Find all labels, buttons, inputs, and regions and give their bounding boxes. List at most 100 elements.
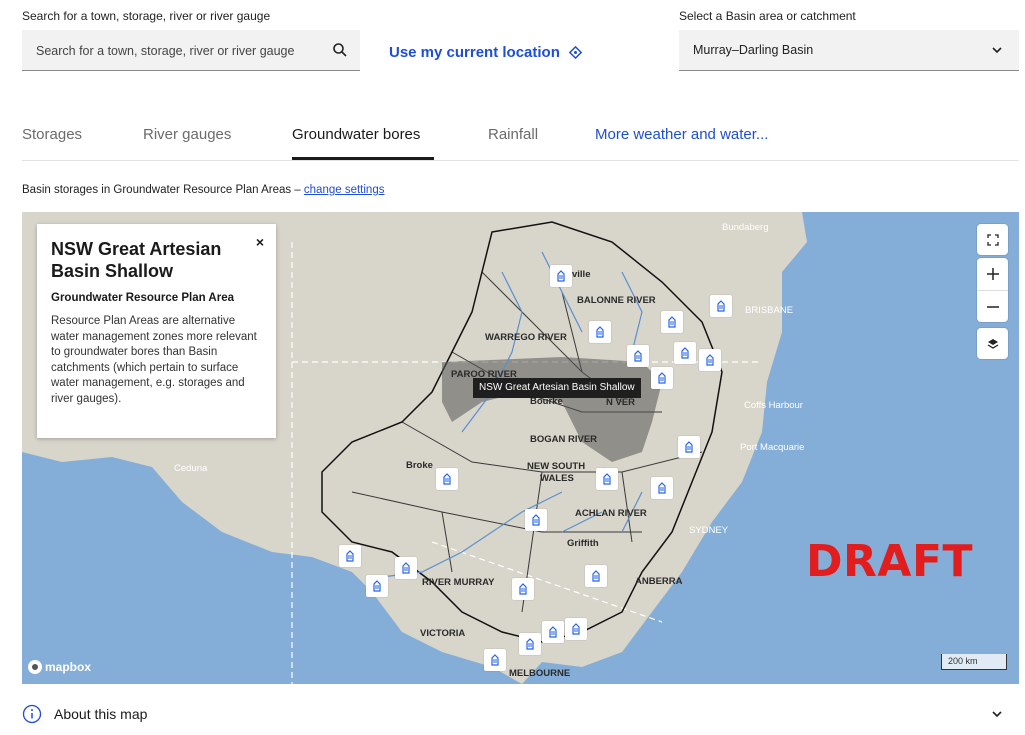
bore-marker[interactable] xyxy=(710,295,732,317)
bore-icon xyxy=(668,316,676,328)
bore-marker[interactable] xyxy=(519,633,541,655)
bore-icon xyxy=(549,626,557,638)
bore-marker[interactable] xyxy=(627,345,649,367)
place-lachlan-river: ACHLAN RIVER xyxy=(575,508,647,519)
tab-rainfall[interactable]: Rainfall xyxy=(488,126,538,143)
active-tab-indicator xyxy=(292,157,434,160)
layers-button[interactable] xyxy=(977,328,1008,359)
chevron-down-icon xyxy=(992,711,1002,718)
settings-text: Basin storages in Groundwater Resource P… xyxy=(22,184,304,196)
bore-marker[interactable] xyxy=(661,311,683,333)
place-broken-hill: Broke xyxy=(406,460,433,471)
place-river-murray: RIVER MURRAY xyxy=(422,577,495,588)
bore-icon xyxy=(658,372,666,384)
plus-icon xyxy=(986,268,999,280)
place-bundaberg: Bundaberg xyxy=(722,222,769,233)
place-melbourne: MELBOURNE xyxy=(509,668,571,679)
search-box[interactable] xyxy=(22,30,360,71)
bore-marker[interactable] xyxy=(674,342,696,364)
basin-selected-value: Murray–Darling Basin xyxy=(693,43,814,57)
bore-icon xyxy=(596,326,604,338)
bore-icon xyxy=(346,550,354,562)
bore-icon xyxy=(526,638,534,650)
layers-icon xyxy=(987,338,998,349)
place-brisbane: BRISBANE xyxy=(745,305,794,316)
tab-bar: Storages River gauges Groundwater bores … xyxy=(22,112,1019,161)
bore-marker[interactable] xyxy=(550,265,572,287)
bore-icon xyxy=(706,354,714,366)
bore-icon xyxy=(658,482,666,494)
scale-bar: 200 km xyxy=(941,654,1007,670)
draft-watermark: DRAFT xyxy=(806,536,974,587)
place-wales: WALES xyxy=(540,473,574,484)
bore-marker[interactable] xyxy=(589,321,611,343)
bore-icon xyxy=(685,441,693,453)
bore-marker[interactable] xyxy=(651,367,673,389)
basin-select[interactable]: Murray–Darling Basin xyxy=(679,30,1019,71)
tab-storages[interactable]: Storages xyxy=(22,126,82,143)
place-bogan-river: BOGAN RIVER xyxy=(530,434,598,445)
zoom-in-button[interactable] xyxy=(977,258,1008,290)
bore-marker[interactable] xyxy=(525,509,547,531)
use-current-location-link[interactable]: Use my current location xyxy=(389,44,583,61)
bore-icon xyxy=(557,270,565,282)
tab-groundwater-bores[interactable]: Groundwater bores xyxy=(292,126,420,143)
tab-river-gauges[interactable]: River gauges xyxy=(143,126,231,143)
bore-marker[interactable] xyxy=(565,618,587,640)
mapbox-logo[interactable]: mapbox xyxy=(28,660,91,674)
place-nsw: NEW SOUTH xyxy=(527,461,586,472)
place-canberra: ANBERRA xyxy=(635,576,683,587)
bore-icon xyxy=(634,350,642,362)
bore-marker[interactable] xyxy=(699,349,721,371)
bore-marker[interactable] xyxy=(339,545,361,567)
location-label: Use my current location xyxy=(389,44,560,61)
place-ceduna: Ceduna xyxy=(174,463,208,474)
place-griffith: Griffith xyxy=(567,538,599,549)
close-icon[interactable]: × xyxy=(256,234,264,250)
place-port-macquarie: Port Macquarie xyxy=(740,442,805,453)
bore-marker[interactable] xyxy=(542,621,564,643)
map[interactable]: Bundaberg BRISBANE Coffs Harbour Port Ma… xyxy=(22,212,1019,684)
bore-marker[interactable] xyxy=(512,578,534,600)
fullscreen-icon xyxy=(986,233,999,246)
change-settings-link[interactable]: change settings xyxy=(304,184,385,196)
bore-marker[interactable] xyxy=(596,468,618,490)
bore-marker[interactable] xyxy=(678,436,700,458)
info-card-title: NSW Great Artesian Basin Shallow xyxy=(51,239,222,281)
tab-more-weather[interactable]: More weather and water... xyxy=(595,126,768,143)
crosshair-icon xyxy=(568,45,583,60)
chevron-down-icon xyxy=(992,47,1002,54)
bore-icon xyxy=(681,347,689,359)
bore-marker[interactable] xyxy=(436,468,458,490)
bore-icon xyxy=(519,583,527,595)
bore-icon xyxy=(717,300,725,312)
bore-icon xyxy=(532,514,540,526)
info-card: NSW Great Artesian Basin Shallow Groundw… xyxy=(37,224,276,438)
place-namoi: N VER xyxy=(606,397,636,408)
place-ville: ville xyxy=(572,269,591,280)
bore-marker[interactable] xyxy=(651,477,673,499)
mapbox-text: mapbox xyxy=(45,660,92,674)
info-card-subtitle: Groundwater Resource Plan Area xyxy=(51,292,234,304)
place-coffs-harbour: Coffs Harbour xyxy=(744,400,803,411)
info-card-description: Resource Plan Areas are alternative wate… xyxy=(51,315,257,405)
mapbox-icon xyxy=(28,660,42,674)
bore-marker[interactable] xyxy=(395,557,417,579)
bore-marker[interactable] xyxy=(484,649,506,671)
about-this-map[interactable]: About this map xyxy=(22,700,1019,728)
search-label: Search for a town, storage, river or riv… xyxy=(22,9,271,23)
zoom-controls xyxy=(977,258,1008,322)
bore-icon xyxy=(603,473,611,485)
place-sydney: SYDNEY xyxy=(689,525,729,536)
bore-icon xyxy=(373,580,381,592)
bore-icon xyxy=(572,623,580,635)
zoom-out-button[interactable] xyxy=(977,291,1008,323)
bore-marker[interactable] xyxy=(366,575,388,597)
search-icon[interactable] xyxy=(332,42,348,58)
bore-icon xyxy=(592,570,600,582)
fullscreen-button[interactable] xyxy=(977,224,1008,255)
bore-icon xyxy=(443,473,451,485)
search-input[interactable] xyxy=(22,30,312,71)
bore-marker[interactable] xyxy=(585,565,607,587)
minus-icon xyxy=(986,306,999,308)
